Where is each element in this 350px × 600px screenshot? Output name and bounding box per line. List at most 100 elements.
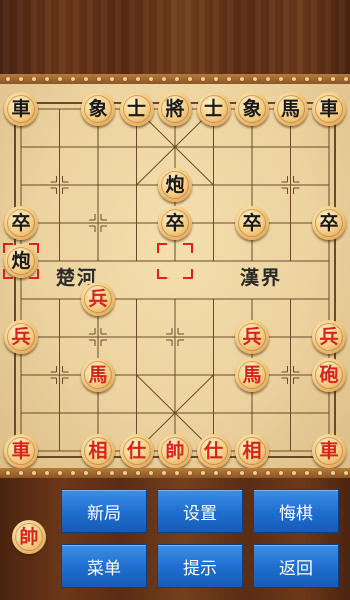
piece-r-advisor-l[interactable]: 仕 — [119, 434, 154, 468]
rail-nail — [227, 471, 231, 475]
selection-marker — [157, 243, 193, 279]
piece-char: 車 — [11, 439, 31, 462]
piece-char: 相 — [88, 439, 108, 462]
piece-r-soldier-4[interactable]: 兵 — [235, 320, 269, 354]
xiangqi-board[interactable]: 楚河 漢界 車象士將士象馬車炮卒卒卒卒炮兵兵兵兵馬馬砲車相仕帥仕相車 — [0, 84, 350, 468]
rail-nail — [97, 471, 101, 475]
rail-nail — [227, 77, 231, 81]
piece-char: 帥 — [165, 439, 185, 462]
rail-nail — [253, 471, 257, 475]
piece-b-soldier-4[interactable]: 卒 — [235, 206, 269, 240]
selection-marker — [3, 243, 39, 279]
rail-nail — [214, 77, 218, 81]
piece-b-advisor-l[interactable]: 士 — [119, 92, 154, 126]
rail-nail — [6, 77, 10, 81]
rail-nail — [6, 471, 10, 475]
piece-r-soldier-2[interactable]: 兵 — [81, 282, 115, 316]
menu-button[interactable]: 菜单 — [61, 544, 147, 588]
piece-b-general[interactable]: 將 — [158, 92, 192, 126]
rail-nail — [292, 471, 296, 475]
rail-nail — [201, 77, 205, 81]
piece-r-chariot-l[interactable]: 車 — [4, 434, 38, 468]
piece-char: 砲 — [319, 363, 339, 386]
rail-nail — [266, 77, 270, 81]
piece-char: 兵 — [242, 325, 262, 348]
selection-corner — [3, 269, 13, 279]
piece-b-chariot-l[interactable]: 車 — [4, 92, 38, 126]
rail-nail — [58, 77, 62, 81]
rail-nail — [123, 77, 127, 81]
piece-b-soldier-1[interactable]: 卒 — [4, 206, 38, 240]
rail-nail — [149, 77, 153, 81]
rail-nail — [318, 471, 322, 475]
rail-nail — [45, 77, 49, 81]
piece-b-elephant-r[interactable]: 象 — [235, 92, 269, 126]
rail-nail — [84, 77, 88, 81]
piece-char: 將 — [165, 97, 185, 120]
rail-nail — [71, 77, 75, 81]
undo-button[interactable]: 悔棋 — [253, 489, 339, 533]
rail-nail — [305, 77, 309, 81]
piece-r-soldier-5[interactable]: 兵 — [312, 320, 346, 354]
piece-b-horse-r[interactable]: 馬 — [273, 92, 308, 126]
back-button[interactable]: 返回 — [253, 544, 339, 588]
piece-char: 士 — [203, 97, 223, 120]
selection-corner — [183, 269, 193, 279]
rail-nail — [331, 77, 335, 81]
piece-char: 兵 — [11, 325, 31, 348]
rail-nail — [175, 77, 179, 81]
piece-r-general[interactable]: 帥 — [158, 434, 192, 468]
selection-corner — [157, 269, 167, 279]
hint-button[interactable]: 提示 — [157, 544, 243, 588]
piece-r-cannon-r[interactable]: 砲 — [312, 358, 346, 392]
settings-button[interactable]: 设置 — [157, 489, 243, 533]
rail-nail — [331, 471, 335, 475]
rail-nail — [305, 471, 309, 475]
piece-r-elephant-r[interactable]: 相 — [235, 434, 269, 468]
rail-nail — [240, 77, 244, 81]
piece-char: 兵 — [88, 287, 108, 310]
rail-nail — [19, 77, 23, 81]
rail-nail — [110, 471, 114, 475]
piece-b-cannon[interactable]: 炮 — [158, 168, 192, 202]
piece-r-advisor-r[interactable]: 仕 — [196, 434, 231, 468]
piece-char: 仕 — [203, 439, 223, 462]
piece-char: 馬 — [88, 363, 108, 386]
piece-char: 兵 — [319, 325, 339, 348]
rail-nail — [45, 471, 49, 475]
piece-b-elephant-l[interactable]: 象 — [81, 92, 115, 126]
rail-nail — [279, 77, 283, 81]
rail-nail — [344, 471, 348, 475]
rail-nail — [84, 471, 88, 475]
rail-nail — [188, 77, 192, 81]
piece-char: 車 — [319, 439, 339, 462]
piece-char: 卒 — [319, 211, 339, 234]
piece-b-chariot-r[interactable]: 車 — [312, 92, 346, 126]
piece-char: 士 — [126, 97, 146, 120]
piece-char: 卒 — [11, 211, 31, 234]
piece-char: 卒 — [242, 211, 262, 234]
rail-nail — [253, 77, 257, 81]
piece-r-horse-l[interactable]: 馬 — [81, 358, 115, 392]
rail-nail — [19, 471, 23, 475]
rail-nail — [97, 77, 101, 81]
turn-indicator-char: 帥 — [19, 525, 39, 548]
piece-b-advisor-r[interactable]: 士 — [196, 92, 231, 126]
rail-nail — [58, 471, 62, 475]
river-label-han-jie: 漢界 — [240, 267, 283, 289]
rail-nail — [344, 77, 348, 81]
rail-nail — [71, 471, 75, 475]
piece-char: 炮 — [165, 173, 185, 196]
piece-char: 馬 — [280, 97, 300, 120]
piece-b-soldier-3[interactable]: 卒 — [158, 206, 192, 240]
board-top-rail — [0, 74, 350, 84]
rail-nail — [214, 471, 218, 475]
piece-r-soldier-1[interactable]: 兵 — [4, 320, 38, 354]
piece-r-horse-r[interactable]: 馬 — [235, 358, 269, 392]
piece-r-elephant-l[interactable]: 相 — [81, 434, 115, 468]
piece-char: 仕 — [126, 439, 146, 462]
new-game-button[interactable]: 新局 — [61, 489, 147, 533]
piece-r-chariot-r[interactable]: 車 — [312, 434, 346, 468]
piece-b-soldier-5[interactable]: 卒 — [312, 206, 346, 240]
selection-corner — [3, 243, 13, 253]
